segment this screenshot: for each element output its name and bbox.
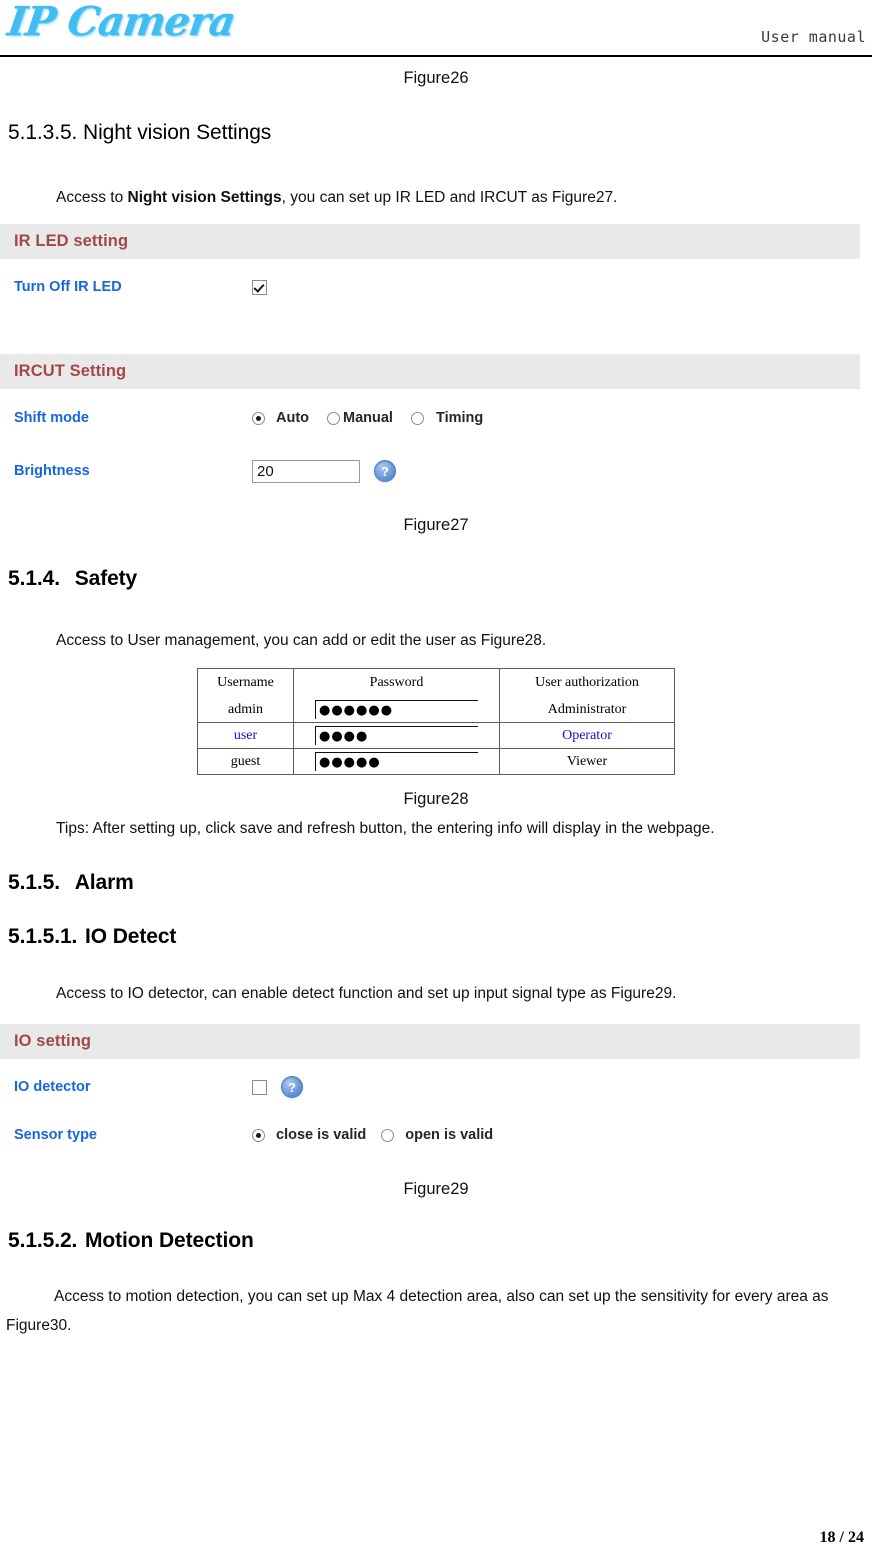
heading-number: 5.1.5. [8, 871, 60, 895]
turn-off-ir-led-field [252, 279, 267, 295]
paragraph-motion-detection: Access to motion detection, you can set … [6, 1288, 829, 1334]
shift-mode-option-manual[interactable]: Manual [327, 410, 393, 426]
cell-authorization: Operator [499, 722, 675, 750]
cell-password: ●●●● [293, 722, 500, 750]
heading-title: IO Detect [85, 925, 177, 949]
column-header-authorization: User authorization [499, 668, 675, 698]
user-manual-label: User manual [761, 28, 866, 46]
radio-auto-label: Auto [276, 410, 310, 427]
heading-number: 5.1.4. [8, 567, 60, 591]
heading-motion-detection: 5.1.5.2. Motion Detection [8, 1229, 872, 1253]
paragraph-safety: Access to User management, you can add o… [56, 632, 547, 650]
sensor-type-label: Sensor type [14, 1127, 97, 1144]
turn-off-ir-led-checkbox[interactable] [252, 279, 267, 295]
radio-close-is-valid[interactable] [252, 1128, 265, 1142]
radio-manual[interactable] [327, 411, 341, 425]
heading-alarm: 5.1.5. Alarm [8, 871, 872, 895]
radio-auto[interactable] [252, 411, 265, 425]
cell-authorization: Administrator [499, 697, 675, 724]
shift-mode-row: Shift mode Auto Manual Timing [0, 401, 860, 435]
paragraph-strong: Night vision Settings [127, 189, 282, 206]
io-detector-field: ? [252, 1076, 303, 1099]
cell-username: guest [197, 748, 294, 776]
brightness-label: Brightness [14, 463, 90, 480]
sensor-type-row: Sensor type close is valid open is valid [0, 1118, 860, 1152]
cell-username: admin [197, 697, 294, 724]
io-detector-row: IO detector ? [0, 1070, 860, 1104]
ir-led-setting-panel: IR LED setting Turn Off IR LED [0, 224, 860, 353]
heading-io-detect: 5.1.5.1. IO Detect [8, 925, 872, 949]
table-row[interactable]: user ●●●● Operator [197, 722, 675, 750]
figure26-caption: Figure26 [403, 69, 469, 87]
brightness-field: ? [252, 459, 396, 483]
heading-number: 5.1.5.1. [8, 925, 78, 949]
sensor-type-radio-group: close is valid open is valid [252, 1127, 493, 1143]
paragraph-prefix: Access to [56, 189, 128, 206]
password-input[interactable]: ●●●●●● [315, 700, 478, 720]
table-header-row: Username Password User authorization [197, 668, 675, 698]
figure28-caption: Figure28 [403, 790, 469, 809]
io-detector-checkbox[interactable] [252, 1079, 267, 1095]
column-header-username: Username [197, 668, 294, 698]
heading-night-vision-settings: 5.1.3.5. Night vision Settings [8, 121, 872, 145]
io-panel-title: IO setting [0, 1024, 860, 1060]
io-panel-spacer [0, 1152, 860, 1168]
cell-authorization: Viewer [499, 748, 675, 776]
radio-timing-label: Timing [435, 410, 484, 427]
io-setting-panel: IO setting IO detector ? Sensor type clo… [0, 1024, 860, 1169]
shift-mode-option-auto[interactable]: Auto [252, 410, 309, 426]
shift-mode-option-timing[interactable]: Timing [410, 410, 484, 427]
cell-username: user [197, 722, 294, 750]
radio-close-is-valid-label: close is valid [276, 1127, 367, 1144]
io-detector-label: IO detector [14, 1079, 91, 1096]
ip-camera-logo: IP Camera [4, 0, 238, 45]
turn-off-ir-led-label: Turn Off IR LED [14, 279, 122, 296]
heading-title: Night vision Settings [83, 121, 272, 144]
heading-title: Alarm [74, 871, 134, 895]
brightness-input[interactable] [252, 459, 360, 483]
paragraph-night-vision: Access to Night vision Settings, you can… [8, 186, 872, 210]
page-header: IP Camera User manual [0, 0, 872, 58]
sensor-type-option-open[interactable]: open is valid [381, 1127, 493, 1143]
table-row[interactable]: guest ●●●●● Viewer [197, 748, 675, 776]
column-header-password: Password [293, 668, 500, 698]
ircut-panel-title: IRCUT Setting [0, 354, 860, 390]
ircut-setting-panel: IRCUT Setting Shift mode Auto Manual Tim… [0, 354, 860, 511]
help-icon[interactable]: ? [374, 460, 396, 483]
radio-open-is-valid-label: open is valid [405, 1127, 494, 1144]
radio-open-is-valid[interactable] [381, 1128, 395, 1142]
heading-number: 5.1.3.5. [8, 121, 78, 144]
sensor-type-option-close[interactable]: close is valid [252, 1127, 366, 1143]
paragraph-suffix: , you can set up IR LED and IRCUT as Fig… [281, 189, 618, 206]
cell-password: ●●●●● [293, 748, 500, 776]
help-icon[interactable]: ? [281, 1076, 303, 1099]
heading-number: 5.1.5.2. [8, 1229, 78, 1253]
heading-title: Safety [74, 567, 138, 591]
ircut-panel-spacer [0, 488, 860, 510]
ir-led-panel-title: IR LED setting [0, 224, 860, 260]
cell-password: ●●●●●● [293, 697, 500, 724]
user-management-table: Username Password User authorization adm… [197, 668, 675, 776]
password-input[interactable]: ●●●● [315, 726, 478, 746]
radio-manual-label: Manual [343, 410, 393, 427]
password-input[interactable]: ●●●●● [315, 752, 478, 772]
heading-safety: 5.1.4. Safety [8, 567, 872, 591]
figure27-caption: Figure27 [403, 516, 469, 535]
paragraph-tips: Tips: After setting up, click save and r… [56, 820, 715, 838]
brightness-row: Brightness ? [0, 454, 860, 488]
shift-mode-radio-group: Auto Manual Timing [252, 410, 483, 426]
paragraph-io-detect: Access to IO detector, can enable detect… [56, 985, 677, 1003]
page-number: 18 / 24 [819, 1529, 864, 1546]
table-row[interactable]: admin ●●●●●● Administrator [197, 697, 675, 724]
ir-led-row: Turn Off IR LED [0, 270, 860, 304]
header-divider [0, 55, 872, 57]
ir-led-panel-spacer [0, 304, 860, 352]
shift-mode-label: Shift mode [14, 410, 89, 427]
radio-timing[interactable] [410, 411, 424, 425]
figure29-caption: Figure29 [403, 1180, 469, 1199]
heading-title: Motion Detection [85, 1229, 254, 1253]
